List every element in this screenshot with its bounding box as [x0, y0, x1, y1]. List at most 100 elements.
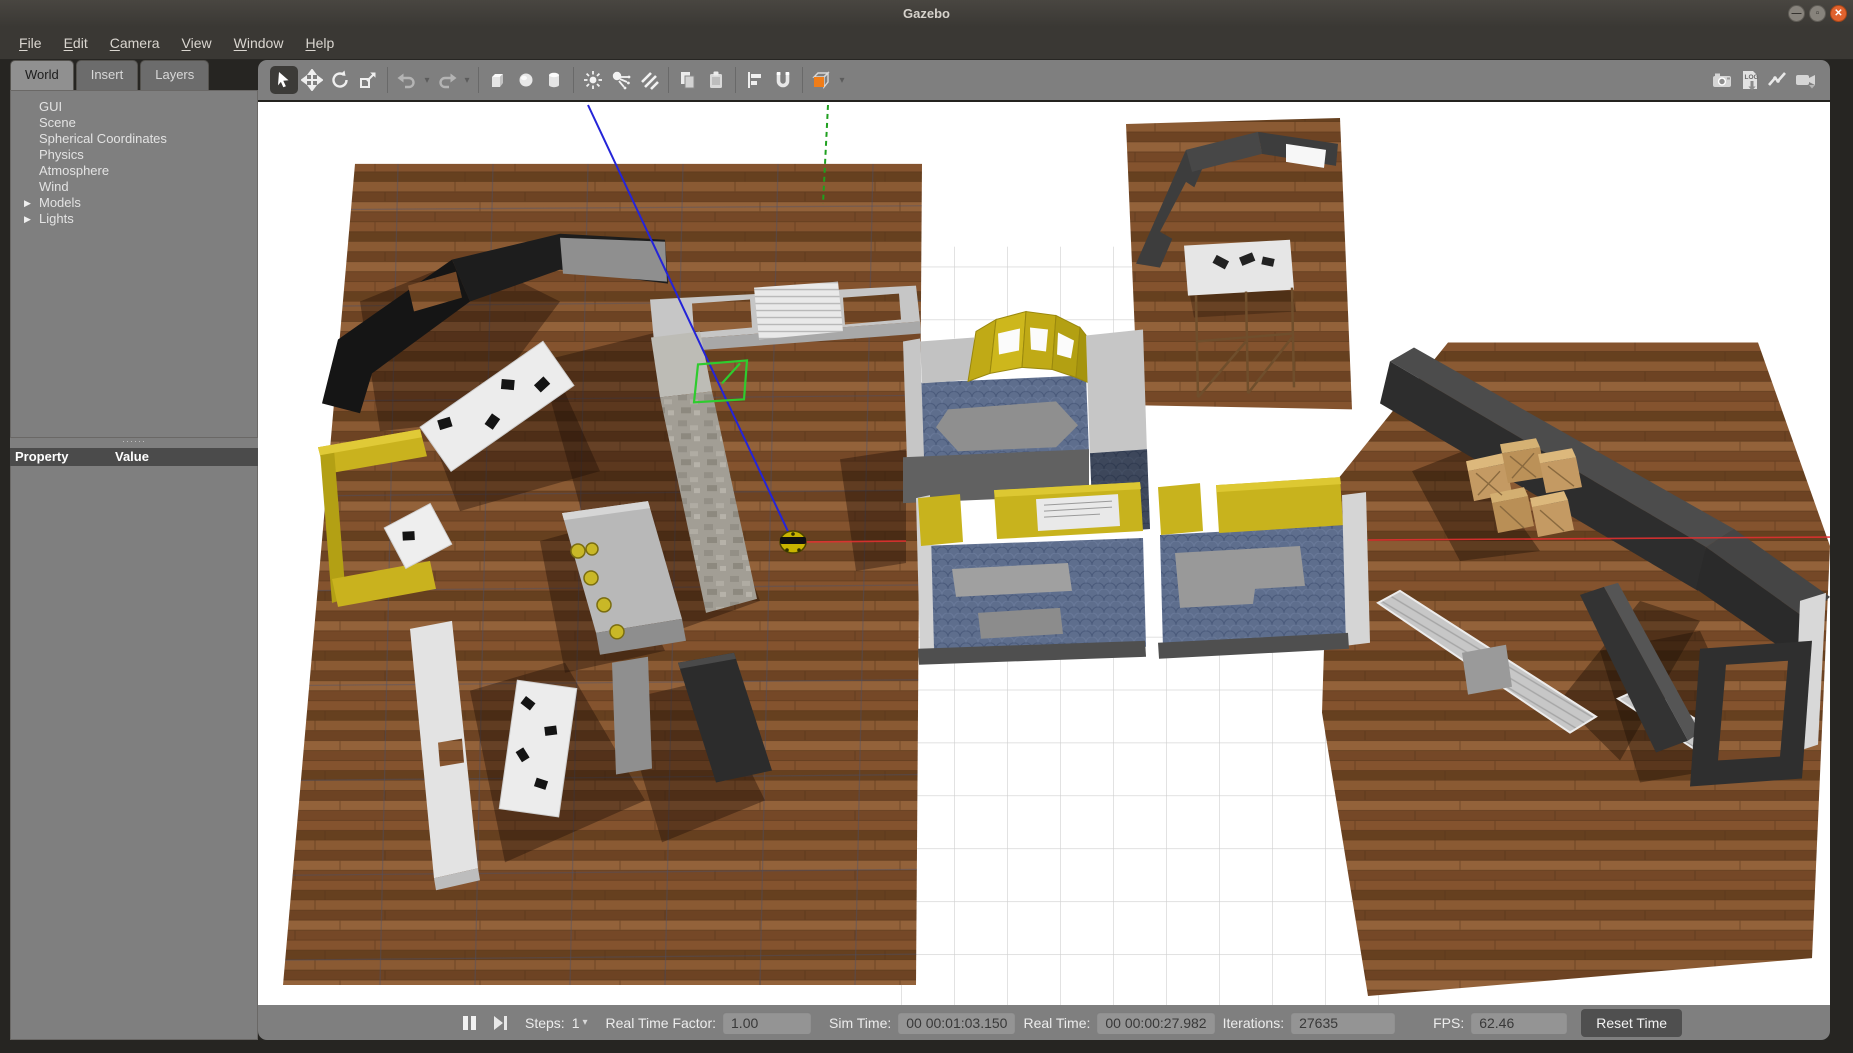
gray-panel[interactable] — [612, 657, 652, 775]
video-record-button[interactable] — [1792, 66, 1820, 94]
stairs-ramp[interactable] — [754, 282, 843, 340]
property-column-header[interactable]: Property — [10, 448, 115, 466]
render-viewport-3d[interactable] — [258, 100, 1830, 1005]
tab-world[interactable]: World — [10, 60, 74, 90]
rotate-icon — [329, 69, 351, 91]
point-light-icon — [582, 69, 604, 91]
toolbar-separator — [668, 67, 669, 93]
paste-button[interactable] — [702, 66, 730, 94]
tree-item-models[interactable]: ▶Models — [11, 195, 257, 210]
gray-couch[interactable] — [952, 563, 1072, 597]
select-tool-button[interactable] — [270, 66, 298, 94]
tree-item-physics[interactable]: Physics — [11, 147, 257, 162]
main-toolbar: ▾ ▾ ▾ LOG — [258, 60, 1830, 100]
panel-splitter[interactable]: ······ — [10, 438, 258, 448]
gazebo-window: { "window": { "title": "Gazebo", "minimi… — [0, 0, 1853, 1053]
sphere-icon — [515, 69, 537, 91]
spot-light-button[interactable] — [607, 66, 635, 94]
value-column-header[interactable]: Value — [115, 448, 258, 466]
redo-button[interactable] — [433, 66, 461, 94]
snap-magnet-icon — [772, 69, 794, 91]
redo-history-dropdown[interactable]: ▾ — [461, 75, 473, 86]
simulation-status-bar: Steps: 1 ▾ Real Time Factor: 1.00 Sim Ti… — [258, 1005, 1830, 1040]
menu-help[interactable]: Help — [294, 27, 345, 59]
tab-insert[interactable]: Insert — [76, 60, 139, 90]
insert-sphere-button[interactable] — [512, 66, 540, 94]
lounge-room-left[interactable] — [916, 482, 1146, 665]
insert-model-dropdown[interactable]: ▾ — [836, 75, 848, 86]
menu-camera[interactable]: Camera — [99, 27, 171, 59]
log-file-icon: LOG — [1738, 68, 1762, 92]
pause-button[interactable] — [463, 1016, 476, 1030]
expand-arrow-icon[interactable]: ▶ — [24, 212, 31, 227]
box-icon — [487, 69, 509, 91]
step-icon — [494, 1016, 503, 1030]
toolbar-separator — [735, 67, 736, 93]
menu-edit[interactable]: Edit — [53, 27, 99, 59]
toolbar-right-group: LOG — [1708, 60, 1820, 100]
expand-arrow-icon[interactable]: ▶ — [24, 196, 31, 211]
tree-item-atmosphere[interactable]: Atmosphere — [11, 163, 257, 178]
tree-item-spherical-coordinates[interactable]: Spherical Coordinates — [11, 131, 257, 146]
close-button[interactable]: ✕ — [1830, 5, 1847, 22]
undo-button[interactable] — [393, 66, 421, 94]
window-controls: — ▫ ✕ — [1788, 5, 1847, 22]
toolbar-separator — [573, 67, 574, 93]
menu-window[interactable]: Window — [223, 27, 295, 59]
title-bar[interactable]: Gazebo — ▫ ✕ — [0, 0, 1853, 27]
lounge-room-right[interactable] — [1158, 477, 1370, 659]
tree-item-wind[interactable]: Wind — [11, 179, 257, 194]
steps-spinner-icon[interactable]: ▾ — [583, 1017, 588, 1028]
nested-model-cube-icon — [810, 68, 834, 92]
rtf-value-field: 1.00 — [723, 1012, 811, 1034]
log-record-button[interactable]: LOG — [1736, 66, 1764, 94]
close-icon: ✕ — [1831, 6, 1846, 21]
screenshot-button[interactable] — [1708, 66, 1736, 94]
rtf-label: Real Time Factor: — [606, 1015, 716, 1031]
reset-time-button[interactable]: Reset Time — [1581, 1009, 1682, 1037]
scale-tool-button[interactable] — [354, 66, 382, 94]
tab-layers[interactable]: Layers — [140, 60, 209, 90]
paste-icon — [705, 69, 727, 91]
plot-icon — [1766, 69, 1790, 91]
turtlebot-robot[interactable] — [780, 531, 806, 553]
insert-box-button[interactable] — [484, 66, 512, 94]
tree-item-lights[interactable]: ▶Lights — [11, 211, 257, 226]
menu-file[interactable]: File — [8, 27, 53, 59]
insert-nested-model-button[interactable] — [808, 66, 836, 94]
fps-label: FPS: — [1433, 1015, 1464, 1031]
directional-light-button[interactable] — [635, 66, 663, 94]
toolbar-separator — [387, 67, 388, 93]
translate-tool-button[interactable] — [298, 66, 326, 94]
move-icon — [301, 69, 323, 91]
align-button[interactable] — [741, 66, 769, 94]
tree-item-gui[interactable]: GUI — [11, 99, 257, 114]
menu-bar: File Edit Camera View Window Help — [0, 27, 1853, 60]
plot-button[interactable] — [1764, 66, 1792, 94]
point-light-button[interactable] — [579, 66, 607, 94]
menu-view[interactable]: View — [171, 27, 223, 59]
toolbar-separator — [802, 67, 803, 93]
align-icon — [744, 69, 766, 91]
snap-button[interactable] — [769, 66, 797, 94]
minimize-button[interactable]: — — [1788, 5, 1805, 22]
maximize-button[interactable]: ▫ — [1809, 5, 1826, 22]
property-table-body[interactable] — [10, 466, 258, 1040]
left-panel: World Insert Layers GUI Scene Spherical … — [10, 60, 258, 1040]
real-time-value-field: 00 00:00:27.982 — [1097, 1012, 1214, 1034]
undo-history-dropdown[interactable]: ▾ — [421, 75, 433, 86]
gray-couch[interactable] — [936, 401, 1078, 451]
maximize-icon: ▫ — [1810, 6, 1825, 21]
gray-table[interactable] — [978, 608, 1063, 639]
tree-item-scene[interactable]: Scene — [11, 115, 257, 130]
insert-cylinder-button[interactable] — [540, 66, 568, 94]
iterations-label: Iterations: — [1223, 1015, 1284, 1031]
video-camera-icon — [1793, 69, 1819, 91]
rotate-tool-button[interactable] — [326, 66, 354, 94]
steps-value[interactable]: 1 — [572, 1015, 580, 1031]
copy-button[interactable] — [674, 66, 702, 94]
log-icon-text: LOG — [1745, 74, 1759, 81]
world-tree: GUI Scene Spherical Coordinates Physics … — [10, 90, 258, 438]
iterations-value-field: 27635 — [1291, 1012, 1395, 1034]
step-button[interactable] — [494, 1016, 507, 1030]
